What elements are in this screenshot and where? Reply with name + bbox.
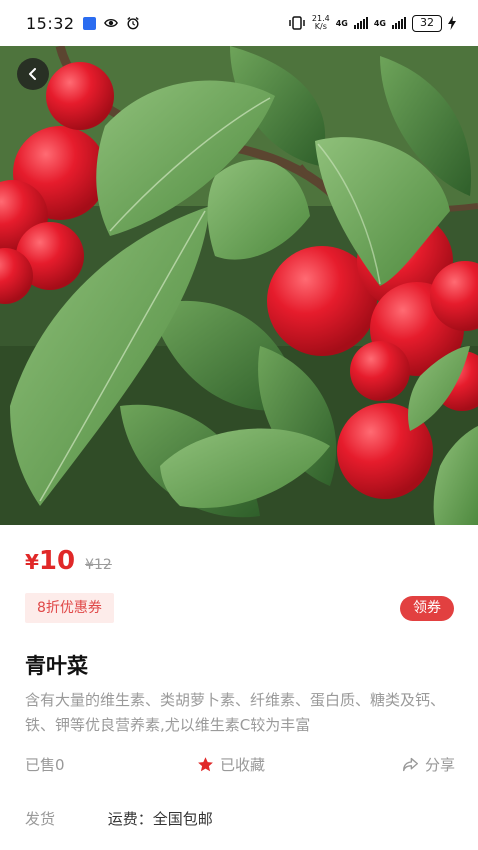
share-label: 分享: [424, 756, 455, 774]
status-time: 15:32: [26, 13, 75, 33]
charging-icon: [448, 16, 456, 30]
back-button[interactable]: [17, 58, 49, 90]
chevron-left-icon: [29, 68, 36, 80]
sold-count: 已售0: [25, 756, 65, 774]
shipping-label: 发货: [25, 810, 56, 828]
network-type-2: 4G: [373, 18, 386, 28]
signal-icon: [392, 17, 406, 29]
crabapple-fruit-photo: [0, 46, 478, 525]
get-coupon-button[interactable]: 领券: [400, 596, 454, 621]
current-price: ¥10: [25, 546, 75, 576]
product-description: 含有大量的维生素、类胡萝卜素、纤维素、蛋白质、糖类及钙、铁、钾等优良营养素,尤以…: [25, 691, 446, 734]
product-image[interactable]: [0, 46, 478, 525]
favorite-button[interactable]: 已收藏: [197, 754, 265, 775]
share-icon: [403, 757, 418, 772]
share-button[interactable]: 分享: [402, 754, 455, 775]
eye-icon: [103, 19, 118, 27]
network-type-1: 4G: [335, 18, 348, 28]
speed-unit: K/s: [314, 22, 327, 31]
meta-row: 已售0 已收藏 分享: [25, 754, 455, 778]
product-title: 青叶菜: [25, 654, 88, 678]
price-value: 10: [38, 546, 76, 576]
status-right: 21.4 K/s 4G 4G 32: [288, 14, 456, 32]
currency-symbol: ¥: [25, 550, 39, 574]
alarm-icon: [126, 17, 139, 30]
star-icon: [198, 757, 213, 772]
vibrate-icon: [289, 16, 305, 30]
status-left: 15:32: [26, 14, 140, 33]
battery-icon: 32: [412, 14, 442, 32]
shipping-value: 运费：全国包邮: [107, 810, 213, 828]
network-speed: 21.4 K/s: [312, 15, 330, 31]
usb-icon: [82, 16, 96, 30]
status-bar: 15:32 21.4 K/s 4G 4G 32: [0, 0, 478, 46]
discount-tag: 8折优惠券: [25, 593, 114, 623]
original-price: ¥12: [85, 557, 112, 573]
favorite-label: 已收藏: [220, 756, 266, 774]
signal-icon: [353, 17, 368, 29]
price-row: ¥10 ¥12: [25, 546, 112, 576]
shipping-row: 发货 运费：全国包邮: [25, 808, 213, 829]
